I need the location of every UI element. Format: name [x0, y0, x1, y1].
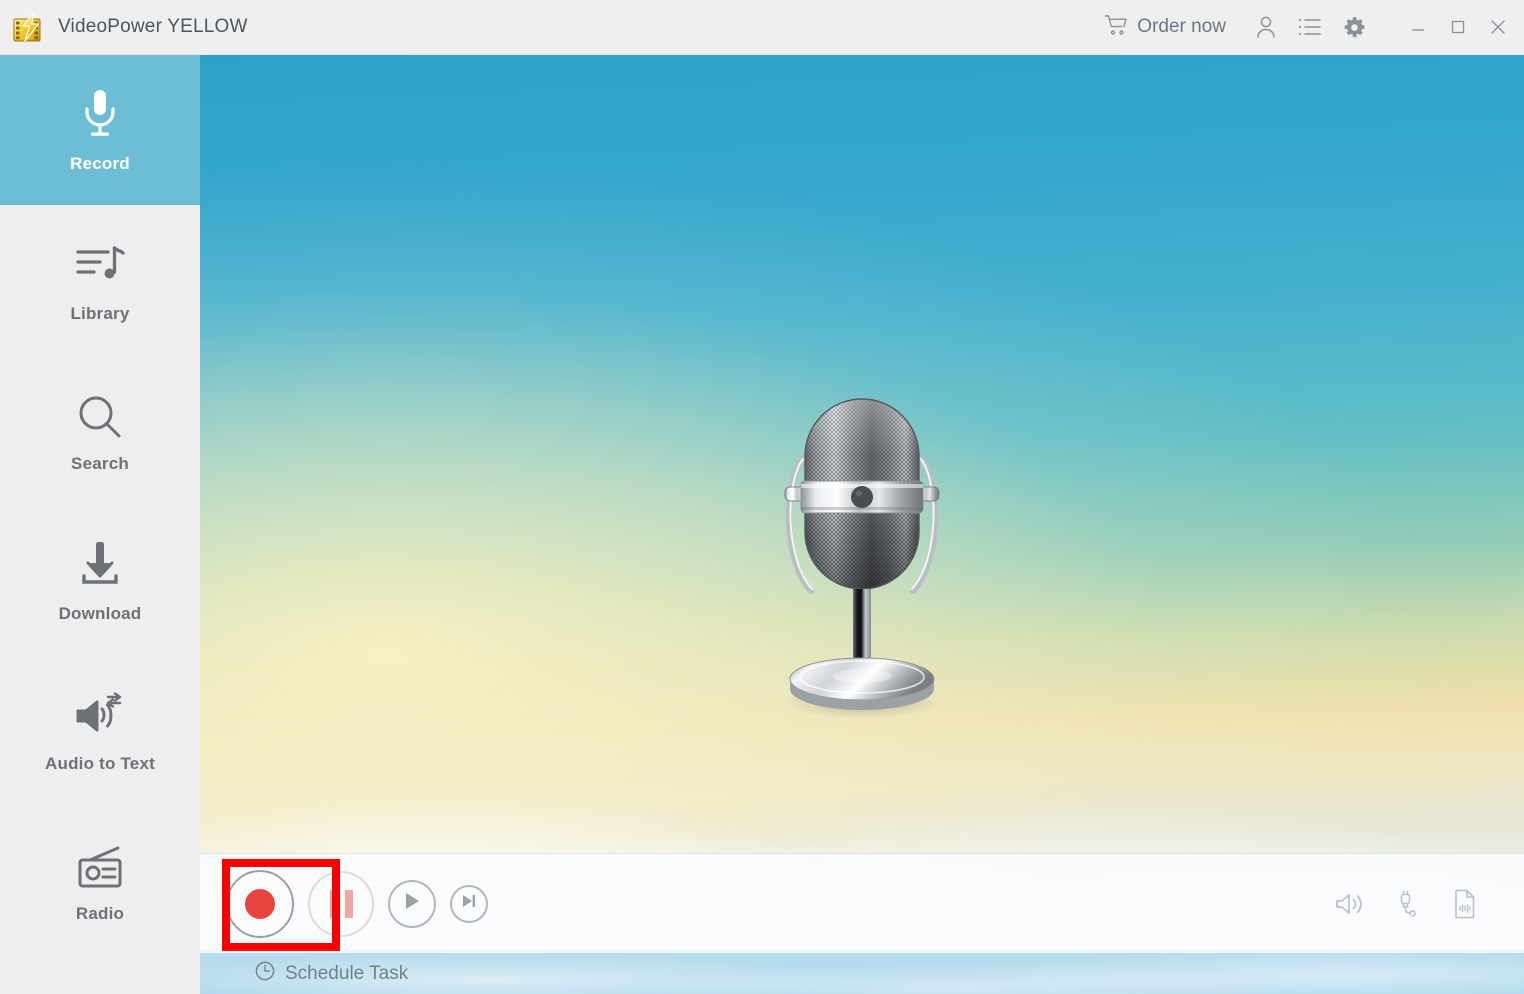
download-icon — [75, 536, 125, 590]
audio-input-icon[interactable] — [1390, 887, 1424, 921]
sidebar-navigation: Record Library Search Download Audio to … — [0, 55, 200, 994]
pause-button[interactable] — [308, 870, 374, 937]
next-button[interactable] — [450, 884, 488, 923]
shopping-cart-icon — [1104, 14, 1128, 41]
record-stage: Schedule Task — [200, 55, 1524, 994]
sidebar-item-library[interactable]: Library — [0, 205, 200, 355]
sidebar-item-label: Search — [71, 454, 129, 473]
skip-next-icon — [461, 893, 477, 914]
sidebar-item-label: Record — [70, 154, 130, 173]
schedule-task-label: Schedule Task — [285, 962, 409, 984]
window-title: VideoPower YELLOW — [58, 16, 248, 37]
order-now-button[interactable]: Order now — [1094, 10, 1236, 45]
minimize-button[interactable] — [1398, 5, 1438, 49]
sidebar-item-record[interactable]: Record — [0, 55, 200, 205]
sidebar-item-audio-to-text[interactable]: Audio to Text — [0, 655, 200, 805]
audio-to-text-icon — [74, 686, 126, 740]
application-window: VideoPower YELLOW Order now Record Libra… — [0, 0, 1524, 994]
sidebar-item-label: Radio — [75, 904, 125, 923]
audio-options-icons — [1332, 887, 1524, 921]
title-bar-controls: Order now — [1094, 0, 1524, 54]
radio-icon — [74, 836, 126, 890]
clock-icon — [255, 961, 275, 986]
search-icon — [77, 386, 123, 440]
sidebar-item-label: Audio to Text — [45, 754, 155, 773]
record-dot-icon — [245, 888, 275, 919]
schedule-bar: Schedule Task — [200, 953, 1524, 994]
order-now-label: Order now — [1137, 16, 1226, 37]
sidebar-item-label: Download — [58, 604, 142, 623]
sidebar-item-search[interactable]: Search — [0, 355, 200, 505]
play-button[interactable] — [388, 879, 436, 928]
transport-buttons — [200, 869, 488, 938]
pause-icon — [329, 889, 353, 918]
maximize-button[interactable] — [1438, 5, 1478, 49]
play-icon — [403, 891, 421, 916]
main-body: Record Library Search Download Audio to … — [0, 55, 1524, 994]
transport-control-bar — [200, 853, 1524, 953]
audio-file-icon[interactable] — [1448, 887, 1482, 921]
sidebar-item-download[interactable]: Download — [0, 505, 200, 655]
gear-icon[interactable] — [1332, 5, 1376, 49]
volume-icon[interactable] — [1332, 887, 1366, 921]
record-button[interactable] — [226, 869, 294, 938]
close-button[interactable] — [1478, 5, 1518, 49]
schedule-task-button[interactable]: Schedule Task — [255, 961, 408, 986]
music-library-icon — [74, 236, 126, 290]
sidebar-item-label: Library — [70, 304, 130, 323]
lightning-filmstrip-logo — [12, 11, 46, 43]
list-icon[interactable] — [1288, 5, 1332, 49]
microphone-icon — [77, 86, 123, 140]
title-bar: VideoPower YELLOW Order now — [0, 0, 1524, 55]
sidebar-item-radio[interactable]: Radio — [0, 805, 200, 955]
user-account-icon[interactable] — [1244, 5, 1288, 49]
